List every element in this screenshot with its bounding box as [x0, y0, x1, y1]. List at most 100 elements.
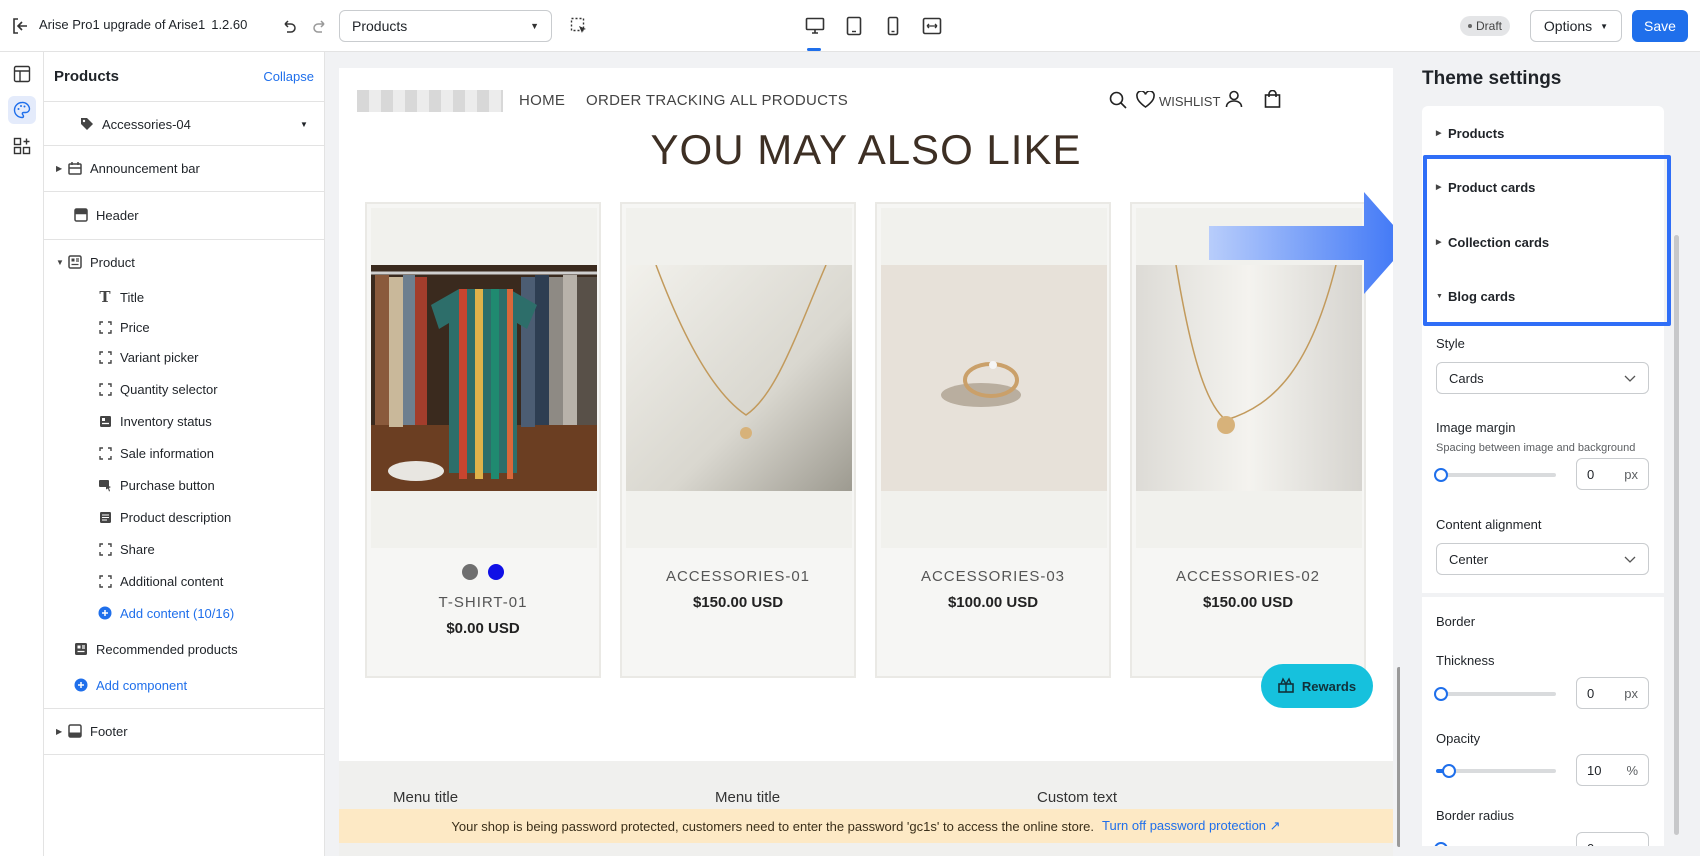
desktop-view-icon[interactable]: [803, 14, 827, 38]
chevron-down-icon: [1624, 371, 1636, 386]
nav-all-products[interactable]: ALL PRODUCTS: [730, 92, 848, 109]
rewards-button[interactable]: Rewards: [1261, 664, 1373, 708]
collapse-icon[interactable]: ▼: [56, 258, 68, 267]
product-card[interactable]: ACCESSORIES-03 $100.00 USD: [875, 202, 1111, 678]
sidebar-item-recommended-products[interactable]: Recommended products: [44, 634, 325, 664]
nav-home[interactable]: HOME: [519, 92, 565, 109]
block-placeholder-icon: [98, 382, 112, 396]
cart-icon[interactable]: [1264, 89, 1281, 113]
opacity-slider[interactable]: [1436, 764, 1556, 778]
mobile-view-icon[interactable]: [881, 14, 905, 38]
content-alignment-select[interactable]: Center: [1436, 543, 1649, 575]
undo-icon[interactable]: [279, 16, 299, 36]
add-content-button[interactable]: Add content (10/16): [44, 598, 325, 628]
product-card[interactable]: T-SHIRT-01 $0.00 USD: [365, 202, 601, 678]
block-item[interactable]: Price: [44, 312, 325, 342]
slider-handle[interactable]: [1434, 687, 1448, 701]
block-item[interactable]: T Title: [44, 282, 325, 312]
block-item[interactable]: Share: [44, 534, 325, 564]
product-card[interactable]: ACCESSORIES-01 $150.00 USD: [620, 202, 856, 678]
template-select[interactable]: Accessories-04 ▼: [44, 110, 325, 138]
product-name[interactable]: ACCESSORIES-03: [877, 568, 1109, 585]
border-radius-label: Border radius: [1436, 808, 1515, 823]
block-placeholder-icon: [98, 446, 112, 460]
tablet-view-icon[interactable]: [842, 14, 866, 38]
caret-down-icon: ▼: [1600, 21, 1609, 31]
image-margin-input[interactable]: 0 px: [1576, 458, 1649, 490]
product-name[interactable]: ACCESSORIES-01: [622, 568, 854, 585]
slider-handle[interactable]: [1434, 468, 1448, 482]
wishlist-icon[interactable]: [1136, 90, 1155, 113]
add-component-button[interactable]: Add component: [44, 670, 325, 700]
settings-scrollbar[interactable]: [1674, 235, 1679, 835]
options-button[interactable]: Options ▼: [1530, 10, 1622, 42]
section-icon: [74, 208, 88, 222]
buy-button-icon: [98, 478, 112, 492]
sections-icon[interactable]: [8, 60, 36, 88]
block-item[interactable]: Product description: [44, 502, 325, 532]
account-icon[interactable]: [1225, 90, 1243, 113]
block-item[interactable]: Inventory status: [44, 406, 325, 436]
fullscreen-icon[interactable]: [920, 14, 944, 38]
block-item[interactable]: Purchase button: [44, 470, 325, 500]
search-icon[interactable]: [1109, 91, 1127, 114]
opacity-input[interactable]: 10 %: [1576, 754, 1649, 786]
color-swatch-blue[interactable]: [488, 564, 504, 580]
sidebar-item-label: Header: [96, 207, 139, 223]
store-logo[interactable]: [357, 90, 503, 112]
exit-icon[interactable]: [10, 16, 30, 36]
draft-badge: Draft: [1460, 16, 1511, 36]
product-price: $150.00 USD: [1202, 594, 1294, 611]
product-image[interactable]: [371, 208, 597, 548]
sidebar-item-announcement-bar[interactable]: ▶ Announcement bar: [44, 145, 325, 191]
image-margin-unit: px: [1624, 466, 1638, 482]
storefront-preview: HOME ORDER TRACKING ALL PRODUCTS WISHLIS…: [339, 68, 1393, 856]
sidebar-item-footer[interactable]: ▶ Footer: [44, 708, 325, 754]
product-name[interactable]: ACCESSORIES-02: [1132, 568, 1364, 585]
sidebar-item-header[interactable]: Header: [44, 191, 325, 239]
section-products[interactable]: ▶ Products: [1422, 106, 1664, 160]
block-item[interactable]: Quantity selector: [44, 374, 325, 404]
slider-handle[interactable]: [1442, 764, 1456, 778]
collapse-link[interactable]: Collapse: [263, 69, 314, 84]
page-select[interactable]: Products ▼: [339, 10, 552, 42]
redo-icon[interactable]: [310, 16, 330, 36]
apps-icon[interactable]: [8, 132, 36, 160]
product-name[interactable]: T-SHIRT-01: [367, 594, 599, 611]
image-margin-slider[interactable]: [1434, 468, 1556, 482]
plus-circle-icon: [98, 606, 112, 620]
block-item[interactable]: Sale information: [44, 438, 325, 468]
style-value: Cards: [1449, 370, 1484, 386]
highlight-arrow: [1209, 192, 1393, 299]
inspector-icon[interactable]: [568, 15, 590, 37]
page-select-value: Products: [352, 18, 408, 34]
sidebar-item-label: Recommended products: [96, 641, 238, 657]
expand-icon[interactable]: ▶: [56, 164, 68, 173]
nav-order-tracking[interactable]: ORDER TRACKING: [586, 92, 726, 109]
style-select[interactable]: Cards: [1436, 362, 1649, 394]
image-margin-label: Image margin: [1436, 420, 1516, 435]
text-icon: T: [99, 288, 111, 306]
thickness-input[interactable]: 0 px: [1576, 677, 1649, 709]
thickness-slider[interactable]: [1434, 687, 1556, 701]
section-heading: YOU MAY ALSO LIKE: [650, 126, 1082, 173]
block-label: Inventory status: [120, 413, 212, 429]
product-image[interactable]: [881, 208, 1107, 548]
turn-off-password-link[interactable]: Turn off password protection ↗: [1102, 818, 1281, 834]
sidebar-item-product[interactable]: ▼ Product: [44, 239, 325, 285]
block-item[interactable]: Additional content: [44, 566, 325, 596]
wishlist-link[interactable]: WISHLIST: [1159, 94, 1220, 109]
block-item[interactable]: Variant picker: [44, 342, 325, 372]
product-image[interactable]: [626, 208, 852, 548]
thickness-unit: px: [1624, 685, 1638, 701]
border-heading: Border: [1436, 614, 1476, 629]
product-price: $150.00 USD: [692, 594, 784, 611]
description-icon: [98, 510, 112, 524]
theme-settings-icon[interactable]: [8, 96, 36, 124]
expand-icon[interactable]: ▶: [56, 727, 68, 736]
tag-icon: [80, 117, 94, 131]
sidebar-item-label: Footer: [90, 723, 128, 739]
color-swatch-gray[interactable]: [462, 564, 478, 580]
add-component-label: Add component: [96, 677, 188, 693]
save-button[interactable]: Save: [1632, 10, 1688, 42]
